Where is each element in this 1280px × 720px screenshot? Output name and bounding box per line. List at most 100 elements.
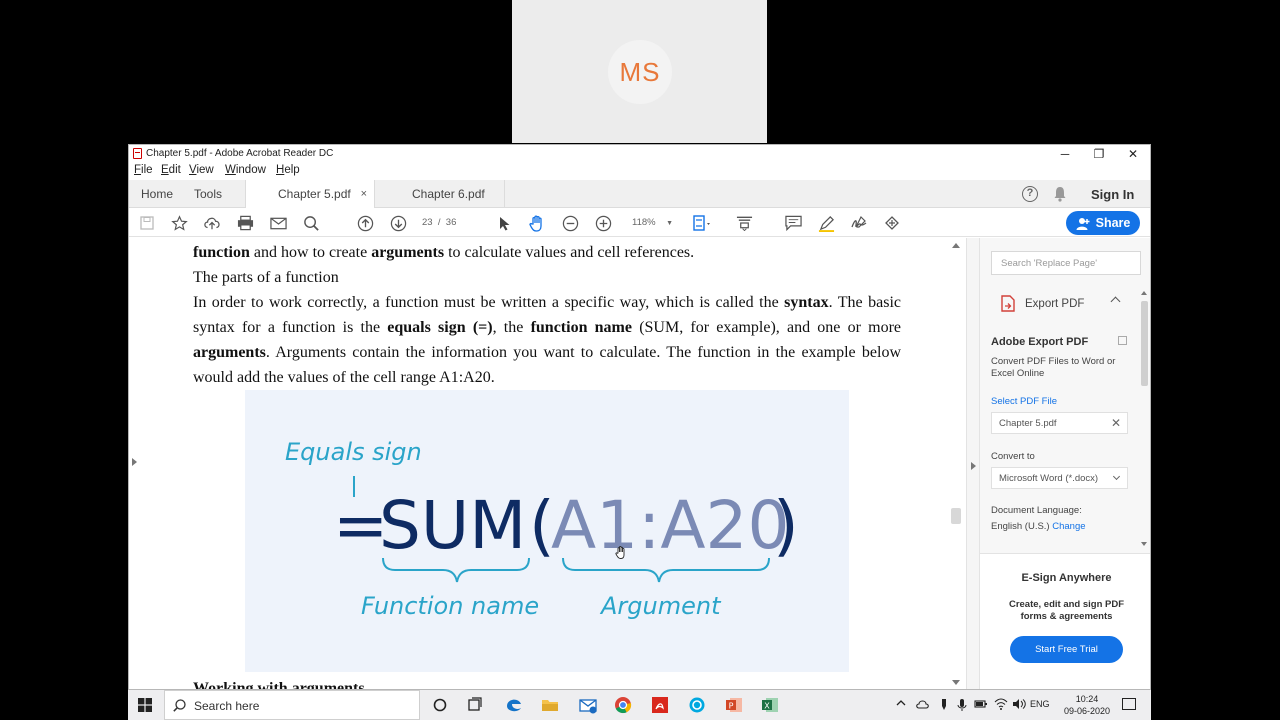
selected-file-field[interactable]: Chapter 5.pdf ✕ <box>991 412 1128 434</box>
document-viewport[interactable]: function and how to create arguments to … <box>129 238 966 689</box>
next-page-icon[interactable] <box>388 213 408 233</box>
share-label: Share <box>1095 216 1131 230</box>
remove-file-icon[interactable]: ✕ <box>1111 416 1121 430</box>
share-button[interactable]: Share <box>1066 211 1140 235</box>
left-panel-expand-icon[interactable] <box>132 458 137 466</box>
minimize-button[interactable]: ─ <box>1048 145 1082 162</box>
fit-page-icon[interactable] <box>692 213 712 233</box>
hand-tool-icon[interactable] <box>527 213 547 233</box>
restore-button[interactable]: ❐ <box>1082 145 1116 162</box>
volume-icon[interactable] <box>1012 698 1026 710</box>
select-cursor-icon[interactable] <box>495 213 515 233</box>
scroll-up-arrow-icon[interactable] <box>1141 291 1147 295</box>
edge-browser-icon[interactable] <box>504 695 524 715</box>
file-explorer-icon[interactable] <box>540 695 560 715</box>
text-run: and how to create <box>249 244 372 261</box>
acrobat-taskbar-icon[interactable] <box>650 695 670 715</box>
mail-icon[interactable] <box>578 695 598 715</box>
help-icon[interactable]: ? <box>1022 186 1038 202</box>
tab-chapter-5[interactable]: Chapter 5.pdf × <box>245 180 375 208</box>
bold-term: function <box>193 244 250 261</box>
tab-home[interactable]: Home <box>141 180 173 208</box>
chevron-up-icon[interactable] <box>896 698 906 708</box>
scroll-up-arrow-icon[interactable] <box>952 243 960 248</box>
chevron-up-icon[interactable] <box>1110 296 1121 307</box>
zoom-out-icon[interactable] <box>560 213 580 233</box>
clock-date: 09-06-2020 <box>1063 706 1111 716</box>
right-pane-collapse-handle[interactable] <box>966 238 979 689</box>
pen-workspace-icon[interactable] <box>938 698 950 712</box>
chrome-icon[interactable] <box>613 695 633 715</box>
windows-taskbar: Search here P X ENG 10:24 09-06-2020 <box>128 690 1151 720</box>
export-pdf-header[interactable]: Export PDF <box>1000 295 1084 312</box>
close-tab-icon[interactable]: × <box>361 188 367 200</box>
page-number-display[interactable]: 23 / 36 <box>422 217 456 228</box>
windows-start-icon[interactable] <box>138 698 152 712</box>
battery-icon[interactable] <box>974 698 988 710</box>
bold-term: equals sign (=) <box>387 319 493 336</box>
taskbar-search-box[interactable]: Search here <box>164 690 420 720</box>
collapse-arrow-icon[interactable] <box>971 462 976 470</box>
menu-file[interactable]: File <box>134 164 153 176</box>
change-language-link[interactable]: Change <box>1052 521 1085 532</box>
print-icon[interactable] <box>235 213 255 233</box>
esign-description: Create, edit and sign PDF forms & agreem… <box>1008 599 1125 622</box>
tools-search-input[interactable]: Search 'Replace Page' <box>991 251 1141 275</box>
sign-in-link[interactable]: Sign In <box>1091 187 1134 202</box>
onedrive-icon[interactable] <box>916 698 930 710</box>
close-window-button[interactable]: ✕ <box>1116 145 1150 162</box>
scroll-down-arrow-icon[interactable] <box>952 680 960 685</box>
menu-window[interactable]: Window <box>225 164 266 176</box>
menu-help[interactable]: Help <box>276 164 300 176</box>
highlight-pen-icon[interactable] <box>816 213 836 233</box>
network-icon[interactable] <box>994 698 1008 710</box>
acrobat-window: Chapter 5.pdf - Adobe Acrobat Reader DC … <box>128 144 1151 690</box>
previous-page-icon[interactable] <box>355 213 375 233</box>
document-scrollbar[interactable] <box>947 238 965 689</box>
esign-promo: E-Sign Anywhere Create, edit and sign PD… <box>980 553 1150 689</box>
tab-chapter-6[interactable]: Chapter 6.pdf <box>375 180 505 208</box>
bold-term: arguments <box>193 344 266 361</box>
comment-icon[interactable] <box>783 213 803 233</box>
task-view-icon[interactable] <box>465 695 485 715</box>
system-clock[interactable]: 10:24 09-06-2020 <box>1063 693 1111 717</box>
microphone-icon[interactable] <box>957 698 967 712</box>
tab-bar: Home Tools Chapter 5.pdf × Chapter 6.pdf… <box>129 180 1150 208</box>
menu-view[interactable]: View <box>189 164 214 176</box>
tab-tools[interactable]: Tools <box>194 180 222 208</box>
star-icon[interactable] <box>169 213 189 233</box>
excel-icon[interactable]: X <box>760 695 780 715</box>
more-tools-icon[interactable] <box>882 213 902 233</box>
zoom-in-icon[interactable] <box>593 213 613 233</box>
zoom-dropdown[interactable]: 118% ▼ <box>632 217 673 228</box>
upload-cloud-icon[interactable] <box>202 213 222 233</box>
select-pdf-file-link[interactable]: Select PDF File <box>991 396 1057 407</box>
skype-icon[interactable] <box>687 695 707 715</box>
scroll-thumb[interactable] <box>951 508 961 524</box>
acrobat-app-icon <box>133 148 142 159</box>
notification-center-icon[interactable] <box>1122 698 1136 710</box>
export-pdf-icon <box>1001 295 1015 312</box>
copy-icon[interactable] <box>1118 336 1127 345</box>
start-free-trial-button[interactable]: Start Free Trial <box>1010 636 1123 663</box>
scroll-thumb[interactable] <box>1141 301 1148 386</box>
current-page-input[interactable]: 23 <box>422 217 433 228</box>
format-select[interactable]: Microsoft Word (*.docx) <box>991 467 1128 489</box>
menu-edit[interactable]: Edit <box>161 164 181 176</box>
bell-icon[interactable] <box>1053 186 1067 202</box>
sign-icon[interactable] <box>849 213 869 233</box>
participant-avatar: MS <box>608 40 672 104</box>
search-icon[interactable] <box>301 213 321 233</box>
cortana-icon[interactable] <box>430 695 450 715</box>
tools-pane-scrollbar[interactable] <box>1140 291 1150 549</box>
powerpoint-icon[interactable]: P <box>724 695 744 715</box>
section-heading: The parts of a function <box>193 269 339 286</box>
input-language[interactable]: ENG <box>1030 699 1050 709</box>
close-paren: ) <box>773 487 799 564</box>
email-icon[interactable] <box>268 213 288 233</box>
scroll-down-arrow-icon[interactable] <box>1141 542 1147 546</box>
system-tray: ENG 10:24 09-06-2020 <box>893 690 1151 720</box>
save-icon[interactable] <box>137 213 157 233</box>
syntax-paragraph: In order to work correctly, a function m… <box>193 290 901 390</box>
scroll-mode-icon[interactable] <box>734 213 754 233</box>
